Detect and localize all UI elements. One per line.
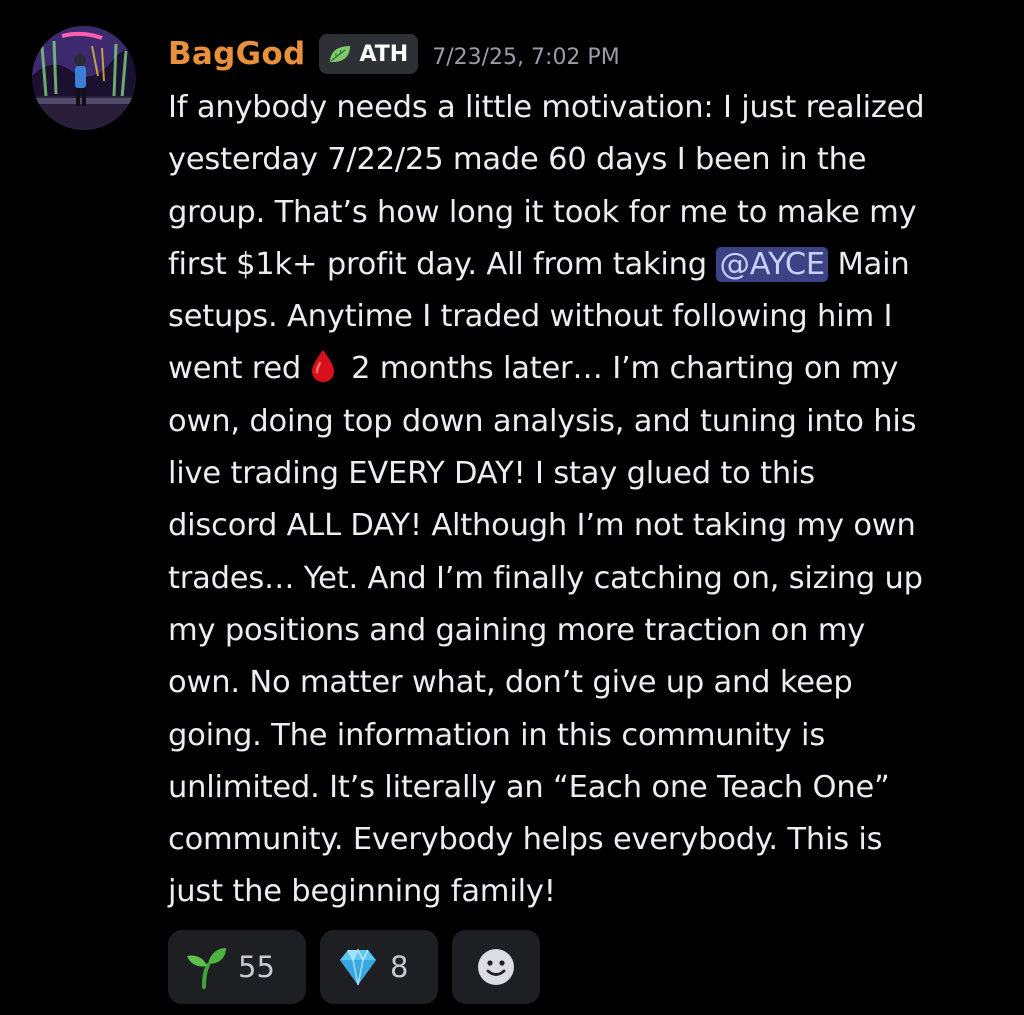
server-tag-label: ATH [359, 41, 409, 67]
avatar[interactable] [32, 26, 136, 130]
message-text: first $1k+ profit day. All from taking [168, 246, 717, 282]
message-line: going. The information in this community… [168, 717, 826, 753]
gem-icon [340, 948, 376, 986]
message-line: went red 2 months later… I’m charting on … [168, 343, 998, 395]
message-line: live trading EVERY DAY! I stay glued to … [168, 456, 815, 492]
reactions-bar: 55 8 [168, 930, 540, 1004]
user-mention[interactable]: @AYCE [716, 246, 828, 282]
message-text: 2 months later… I’m charting on my [351, 351, 899, 387]
message-line: setups. Anytime I traded without followi… [168, 299, 893, 335]
message-line: my positions and gaining more traction o… [168, 612, 866, 648]
seedling-icon [187, 948, 226, 989]
reaction-count: 8 [390, 950, 409, 984]
avatar-image [32, 26, 136, 130]
message-line: own, doing top down analysis, and tuning… [168, 403, 917, 439]
message-line: discord ALL DAY! Although I’m not taking… [168, 508, 916, 544]
drop-of-blood-icon [312, 350, 335, 383]
message-content: If anybody needs a little motivation: I … [168, 82, 998, 919]
add-reaction-button[interactable] [452, 930, 540, 1004]
reaction-gem[interactable]: 8 [320, 930, 438, 1004]
author-name[interactable]: BagGod [168, 36, 305, 72]
message-line: group. That’s how long it took for me to… [168, 194, 917, 230]
server-tag[interactable]: ATH [319, 34, 419, 74]
message-line: first $1k+ profit day. All from taking @… [168, 239, 998, 291]
reaction-seedling[interactable]: 55 [168, 930, 306, 1004]
message-line: trades… Yet. And I’m finally catching on… [168, 560, 923, 596]
message-line: unlimited. It’s literally an “Each one T… [168, 769, 890, 805]
message-line: If anybody needs a little motivation: I … [168, 90, 925, 125]
message-line: community. Everybody helps everybody. Th… [168, 822, 883, 858]
message-line: just the beginning family! [168, 874, 556, 910]
reaction-count: 55 [238, 950, 275, 984]
message-text: Main [828, 246, 910, 282]
message-timestamp[interactable]: 7/23/25, 7:02 PM [432, 45, 619, 70]
leaf-icon [330, 46, 351, 62]
message-line: own. No matter what, don’t give up and k… [168, 665, 853, 701]
message-text: went red [168, 351, 302, 387]
add-reaction-icon [478, 949, 514, 985]
message-line: yesterday 7/22/25 made 60 days I been in… [168, 142, 867, 178]
message-header: BagGod ATH 7/23/25, 7:02 PM [168, 28, 620, 80]
chat-message: BagGod ATH 7/23/25, 7:02 PM If anybody n… [0, 0, 1024, 1015]
